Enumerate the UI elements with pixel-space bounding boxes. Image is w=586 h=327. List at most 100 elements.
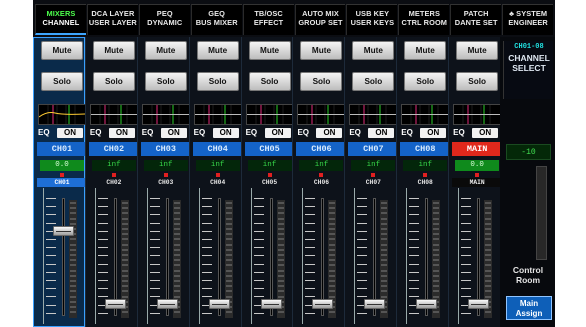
fader-knob[interactable] bbox=[104, 298, 126, 309]
channel-name-button[interactable]: CH06 bbox=[296, 142, 347, 156]
tab-3[interactable]: GEQ BUS MIXER bbox=[190, 4, 242, 35]
solo-button[interactable]: Solo bbox=[248, 72, 291, 91]
scale-tick bbox=[253, 222, 264, 224]
tab-8[interactable]: PATCH DANTE SET bbox=[450, 4, 502, 35]
scale-tick bbox=[253, 255, 264, 257]
fader-knob[interactable] bbox=[208, 298, 230, 309]
solo-button[interactable]: Solo bbox=[41, 72, 83, 91]
scale-tick bbox=[461, 271, 472, 273]
solo-button[interactable]: Solo bbox=[144, 72, 187, 91]
scale-tick bbox=[357, 206, 368, 208]
channel-name-button[interactable]: CH02 bbox=[88, 142, 139, 156]
scale-tick bbox=[461, 263, 472, 265]
tab-line2: USER KEYS bbox=[350, 18, 395, 27]
eq-on-button[interactable]: ON bbox=[212, 128, 239, 138]
eq-on-button[interactable]: ON bbox=[57, 128, 83, 138]
channel-name-button[interactable]: CH07 bbox=[348, 142, 399, 156]
eq-on-button[interactable]: ON bbox=[108, 128, 135, 138]
control-room-level: -10 bbox=[506, 144, 551, 160]
channel-name-button[interactable]: CH01 bbox=[37, 142, 87, 156]
tab-2[interactable]: PEQ DYNAMIC bbox=[138, 4, 190, 35]
fader-knob[interactable] bbox=[364, 298, 386, 309]
solo-button[interactable]: Solo bbox=[92, 72, 135, 91]
eq-curve-display[interactable] bbox=[141, 104, 190, 125]
tab-9[interactable]: ♣ SYSTEM ENGINEER bbox=[502, 4, 554, 35]
tab-4[interactable]: TB/OSC EFFECT bbox=[242, 4, 294, 35]
mute-button[interactable]: Mute bbox=[196, 41, 239, 60]
scale-tick bbox=[305, 280, 316, 281]
eq-curve-display[interactable] bbox=[38, 104, 86, 125]
eq-on-button[interactable]: ON bbox=[472, 128, 499, 138]
eq-curve-display[interactable] bbox=[349, 104, 398, 125]
eq-on-button[interactable]: ON bbox=[316, 128, 343, 138]
eq-curve-display[interactable] bbox=[193, 104, 242, 125]
tab-5[interactable]: AUTO MIX GROUP SET bbox=[294, 4, 346, 35]
eq-label: EQ bbox=[141, 128, 154, 137]
tab-0[interactable]: MIXERS CHANNEL bbox=[35, 4, 86, 35]
eq-on-button[interactable]: ON bbox=[368, 128, 395, 138]
tab-7[interactable]: METERS CTRL ROOM bbox=[398, 4, 450, 35]
tab-1[interactable]: DCA LAYER USER LAYER bbox=[86, 4, 138, 35]
clip-indicator bbox=[111, 173, 116, 177]
scale-tick bbox=[409, 288, 420, 290]
scale-tick bbox=[253, 198, 264, 199]
fader-knob[interactable] bbox=[53, 226, 74, 236]
tab-line1: PATCH bbox=[463, 9, 489, 18]
fader-area bbox=[37, 188, 87, 324]
eq-on-button[interactable]: ON bbox=[160, 128, 187, 138]
mute-button[interactable]: Mute bbox=[41, 41, 83, 60]
channel-select-button[interactable]: CH01-08 CHANNEL SELECT bbox=[503, 41, 553, 99]
fader-knob[interactable] bbox=[468, 298, 490, 309]
scale-tick bbox=[461, 239, 472, 240]
tab-line1: PEQ bbox=[156, 9, 173, 18]
eq-label: EQ bbox=[453, 128, 465, 137]
mute-button[interactable]: Mute bbox=[404, 41, 447, 60]
eq-curve-display[interactable] bbox=[245, 104, 294, 125]
fader-knob[interactable] bbox=[156, 298, 178, 309]
eq-label: EQ bbox=[401, 128, 413, 137]
eq-curve-display[interactable] bbox=[89, 104, 138, 125]
scale-tick bbox=[46, 271, 56, 273]
scale-tick bbox=[461, 288, 472, 290]
solo-button[interactable]: Solo bbox=[404, 72, 447, 91]
channel-name-button[interactable]: CH08 bbox=[400, 142, 451, 156]
mute-button[interactable]: Mute bbox=[300, 41, 343, 60]
channel-strip: Mute Solo EQ ON CH05 inf CH05 bbox=[240, 37, 295, 327]
channel-name-button[interactable]: CH03 bbox=[140, 142, 191, 156]
scale-tick bbox=[305, 239, 316, 240]
fader-knob[interactable] bbox=[260, 298, 282, 309]
mute-button[interactable]: Mute bbox=[92, 41, 135, 60]
channel-name-button[interactable]: MAIN bbox=[452, 142, 503, 156]
eq-curve-display[interactable] bbox=[401, 104, 450, 125]
main-assign-button[interactable]: Main Assign bbox=[506, 296, 552, 320]
scale-tick bbox=[149, 222, 160, 224]
eq-curve-display[interactable] bbox=[297, 104, 346, 125]
solo-button[interactable]: Solo bbox=[196, 72, 239, 91]
fader-knob[interactable] bbox=[416, 298, 438, 309]
eq-on-button[interactable]: ON bbox=[420, 128, 447, 138]
mute-button[interactable]: Mute bbox=[456, 41, 499, 60]
scale-tick bbox=[97, 263, 108, 265]
mute-button[interactable]: Mute bbox=[248, 41, 291, 60]
eq-curve-display[interactable] bbox=[453, 104, 502, 125]
channel-name-button[interactable]: CH04 bbox=[192, 142, 243, 156]
solo-button[interactable]: Solo bbox=[456, 72, 499, 91]
scale-tick bbox=[305, 255, 316, 257]
fader-knob[interactable] bbox=[312, 298, 334, 309]
mute-button[interactable]: Mute bbox=[352, 41, 395, 60]
control-room-line2: Room bbox=[515, 275, 541, 285]
scale-tick bbox=[461, 312, 472, 314]
solo-button[interactable]: Solo bbox=[300, 72, 343, 91]
mute-button[interactable]: Mute bbox=[144, 41, 187, 60]
tab-6[interactable]: USB KEY USER KEYS bbox=[346, 4, 398, 35]
channel-strip: Mute Solo EQ ON CH02 inf CH02 bbox=[84, 37, 139, 327]
clip-indicator bbox=[371, 173, 376, 177]
clip-indicator bbox=[215, 173, 220, 177]
scale-tick bbox=[201, 263, 212, 265]
solo-button[interactable]: Solo bbox=[352, 72, 395, 91]
eq-row: EQ ON bbox=[348, 128, 398, 138]
channel-name-button[interactable]: CH05 bbox=[244, 142, 295, 156]
scale-tick bbox=[461, 296, 472, 298]
eq-on-button[interactable]: ON bbox=[264, 128, 291, 138]
scale-tick bbox=[46, 222, 56, 224]
